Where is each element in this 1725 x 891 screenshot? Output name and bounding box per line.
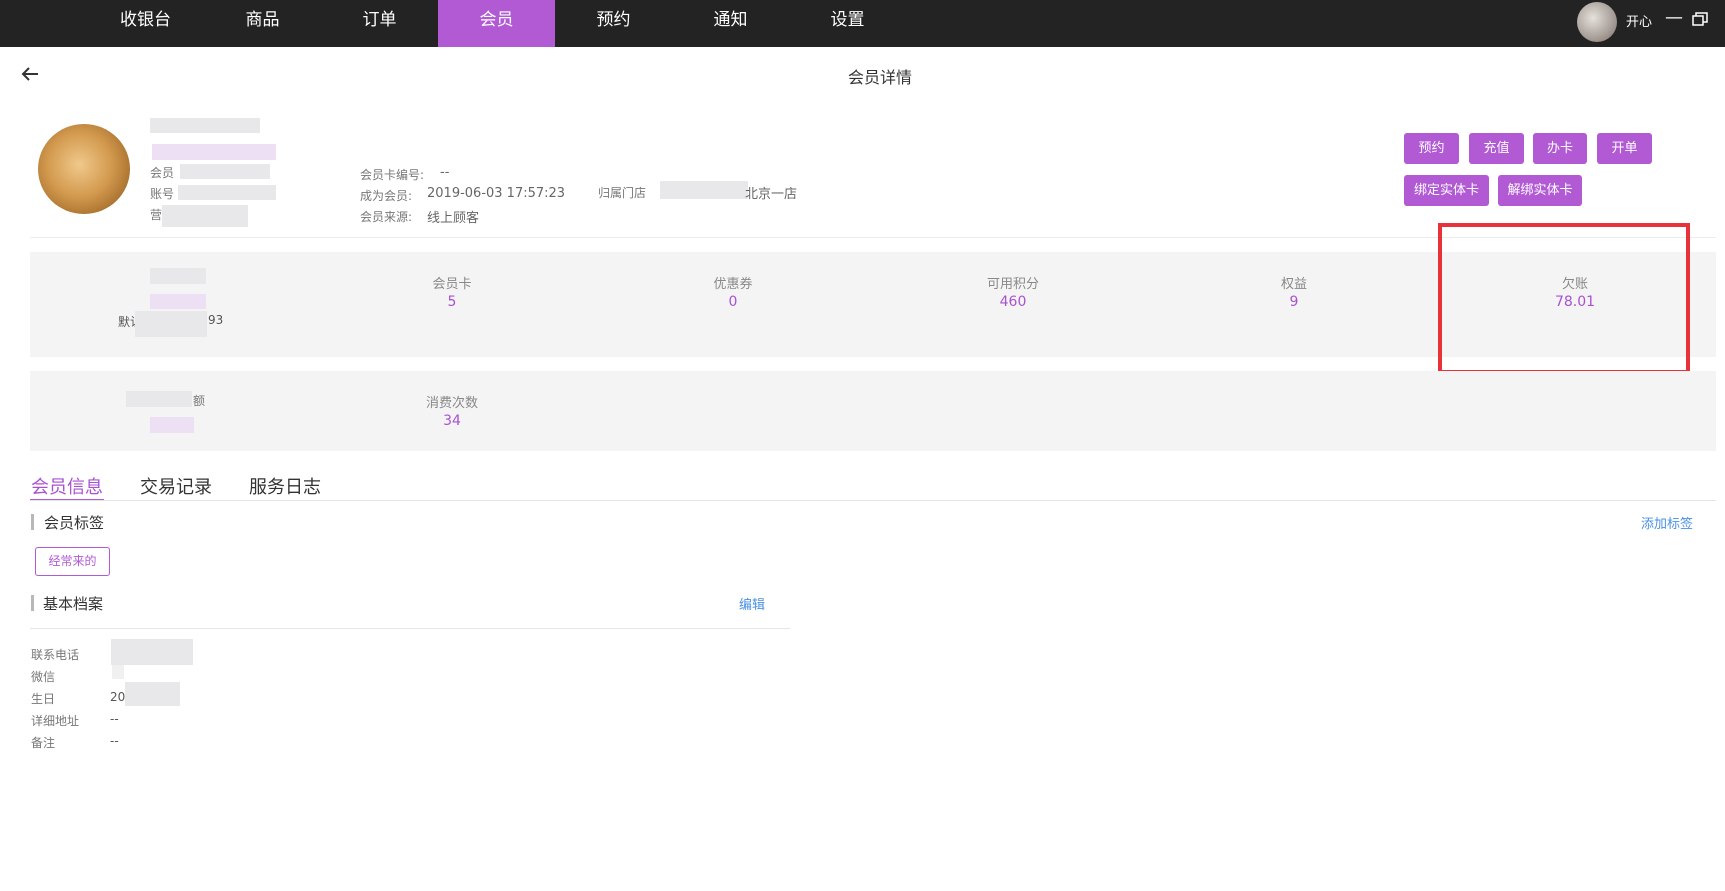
basic-section-bar <box>31 595 34 611</box>
tab-service-log[interactable]: 服务日志 <box>249 473 321 499</box>
points-label: 可用积分 <box>986 277 1039 292</box>
blurred-amount-value <box>150 417 194 433</box>
nav-item-notifications[interactable]: 通知 <box>672 0 789 47</box>
wechat-label: 微信 <box>31 670 56 684</box>
address-label: 详细地址 <box>31 714 80 728</box>
tags-section-title: 会员标签 <box>44 514 105 532</box>
appointment-button[interactable]: 预约 <box>1404 133 1459 164</box>
basic-section-title: 基本档案 <box>43 595 104 613</box>
blurred-business-field <box>162 205 248 227</box>
join-date-label: 成为会员: <box>360 189 413 203</box>
rights-count[interactable]: 9 <box>1234 294 1354 310</box>
blurred-store-prefix <box>660 181 748 199</box>
blurred-phone-value <box>111 639 193 665</box>
restore-window-icon[interactable] <box>1692 12 1708 26</box>
address-value: -- <box>110 712 119 726</box>
blurred-wechat-value <box>112 665 124 679</box>
remark-label: 备注 <box>31 736 56 750</box>
blurred-birthday-value <box>125 682 180 706</box>
tab-member-info[interactable]: 会员信息 <box>31 473 103 499</box>
tab-transactions[interactable]: 交易记录 <box>140 473 212 499</box>
default-value-tail: 93 <box>208 313 224 327</box>
member-card-label: 会员卡 <box>432 277 472 292</box>
nav-item-products[interactable]: 商品 <box>204 0 321 47</box>
issue-card-button[interactable]: 办卡 <box>1533 133 1587 164</box>
nav-item-settings[interactable]: 设置 <box>789 0 906 47</box>
blurred-member-phone <box>152 144 276 160</box>
member-avatar <box>38 124 130 214</box>
member-tag-chip[interactable]: 经常来的 <box>35 547 110 576</box>
page-title: 会员详情 <box>847 68 912 87</box>
blurred-account-field <box>178 185 276 200</box>
stats-band-secondary <box>30 371 1716 451</box>
birthday-label: 生日 <box>31 692 56 706</box>
recharge-button[interactable]: 充值 <box>1469 133 1524 164</box>
debt-highlight-box <box>1438 223 1690 374</box>
blurred-member-name <box>150 118 260 133</box>
nav-item-appointments[interactable]: 预约 <box>555 0 672 47</box>
blurred-default-value <box>135 311 207 337</box>
unbind-physical-card-button[interactable]: 解绑实体卡 <box>1498 175 1582 206</box>
store-value: 北京一店 <box>745 187 798 202</box>
card-number-value: -- <box>440 165 450 180</box>
phone-label: 联系电话 <box>31 648 80 662</box>
business-field-label: 营 <box>150 208 163 222</box>
join-date-value: 2019-06-03 17:57:23 <box>427 186 566 201</box>
add-tag-link[interactable]: 添加标签 <box>1641 513 1693 532</box>
nav-item-orders[interactable]: 订单 <box>321 0 438 47</box>
user-name[interactable]: 开心 <box>1626 11 1652 30</box>
member-field-label: 会员 <box>150 166 175 180</box>
card-number-label: 会员卡编号: <box>360 168 425 182</box>
remark-value: -- <box>110 734 119 748</box>
bind-physical-card-button[interactable]: 绑定实体卡 <box>1404 175 1489 206</box>
coupon-count[interactable]: 0 <box>673 294 793 310</box>
basic-section-divider <box>30 628 790 629</box>
store-label: 归属门店 <box>598 186 647 200</box>
tabs-divider <box>30 500 1716 501</box>
birthday-value-prefix: 20 <box>110 690 126 704</box>
tags-section-bar <box>31 514 34 530</box>
top-nav-bar: 收银台 商品 订单 会员 预约 通知 设置 开心 — <box>0 0 1725 47</box>
minimize-icon[interactable]: — <box>1665 7 1683 28</box>
amount-label-tail: 额 <box>193 394 206 408</box>
consume-count-label: 消费次数 <box>425 396 478 411</box>
edit-profile-link[interactable]: 编辑 <box>739 594 765 613</box>
member-card-count[interactable]: 5 <box>392 294 512 310</box>
coupon-label: 优惠券 <box>713 277 753 292</box>
rights-label: 权益 <box>1280 277 1307 292</box>
member-source-label: 会员来源: <box>360 210 413 224</box>
nav-item-members[interactable]: 会员 <box>438 0 555 47</box>
consume-count-value[interactable]: 34 <box>392 413 512 429</box>
nav-item-cashier[interactable]: 收银台 <box>87 0 204 47</box>
blurred-balance-value <box>150 294 206 309</box>
open-order-button[interactable]: 开单 <box>1597 133 1652 164</box>
member-source-value: 线上顾客 <box>427 211 480 226</box>
points-value[interactable]: 460 <box>953 294 1073 310</box>
blurred-member-field <box>180 164 270 179</box>
blurred-balance-label <box>150 268 206 284</box>
user-avatar[interactable] <box>1577 2 1617 42</box>
account-field-label: 账号 <box>150 187 175 201</box>
blurred-amount-label <box>126 391 192 407</box>
